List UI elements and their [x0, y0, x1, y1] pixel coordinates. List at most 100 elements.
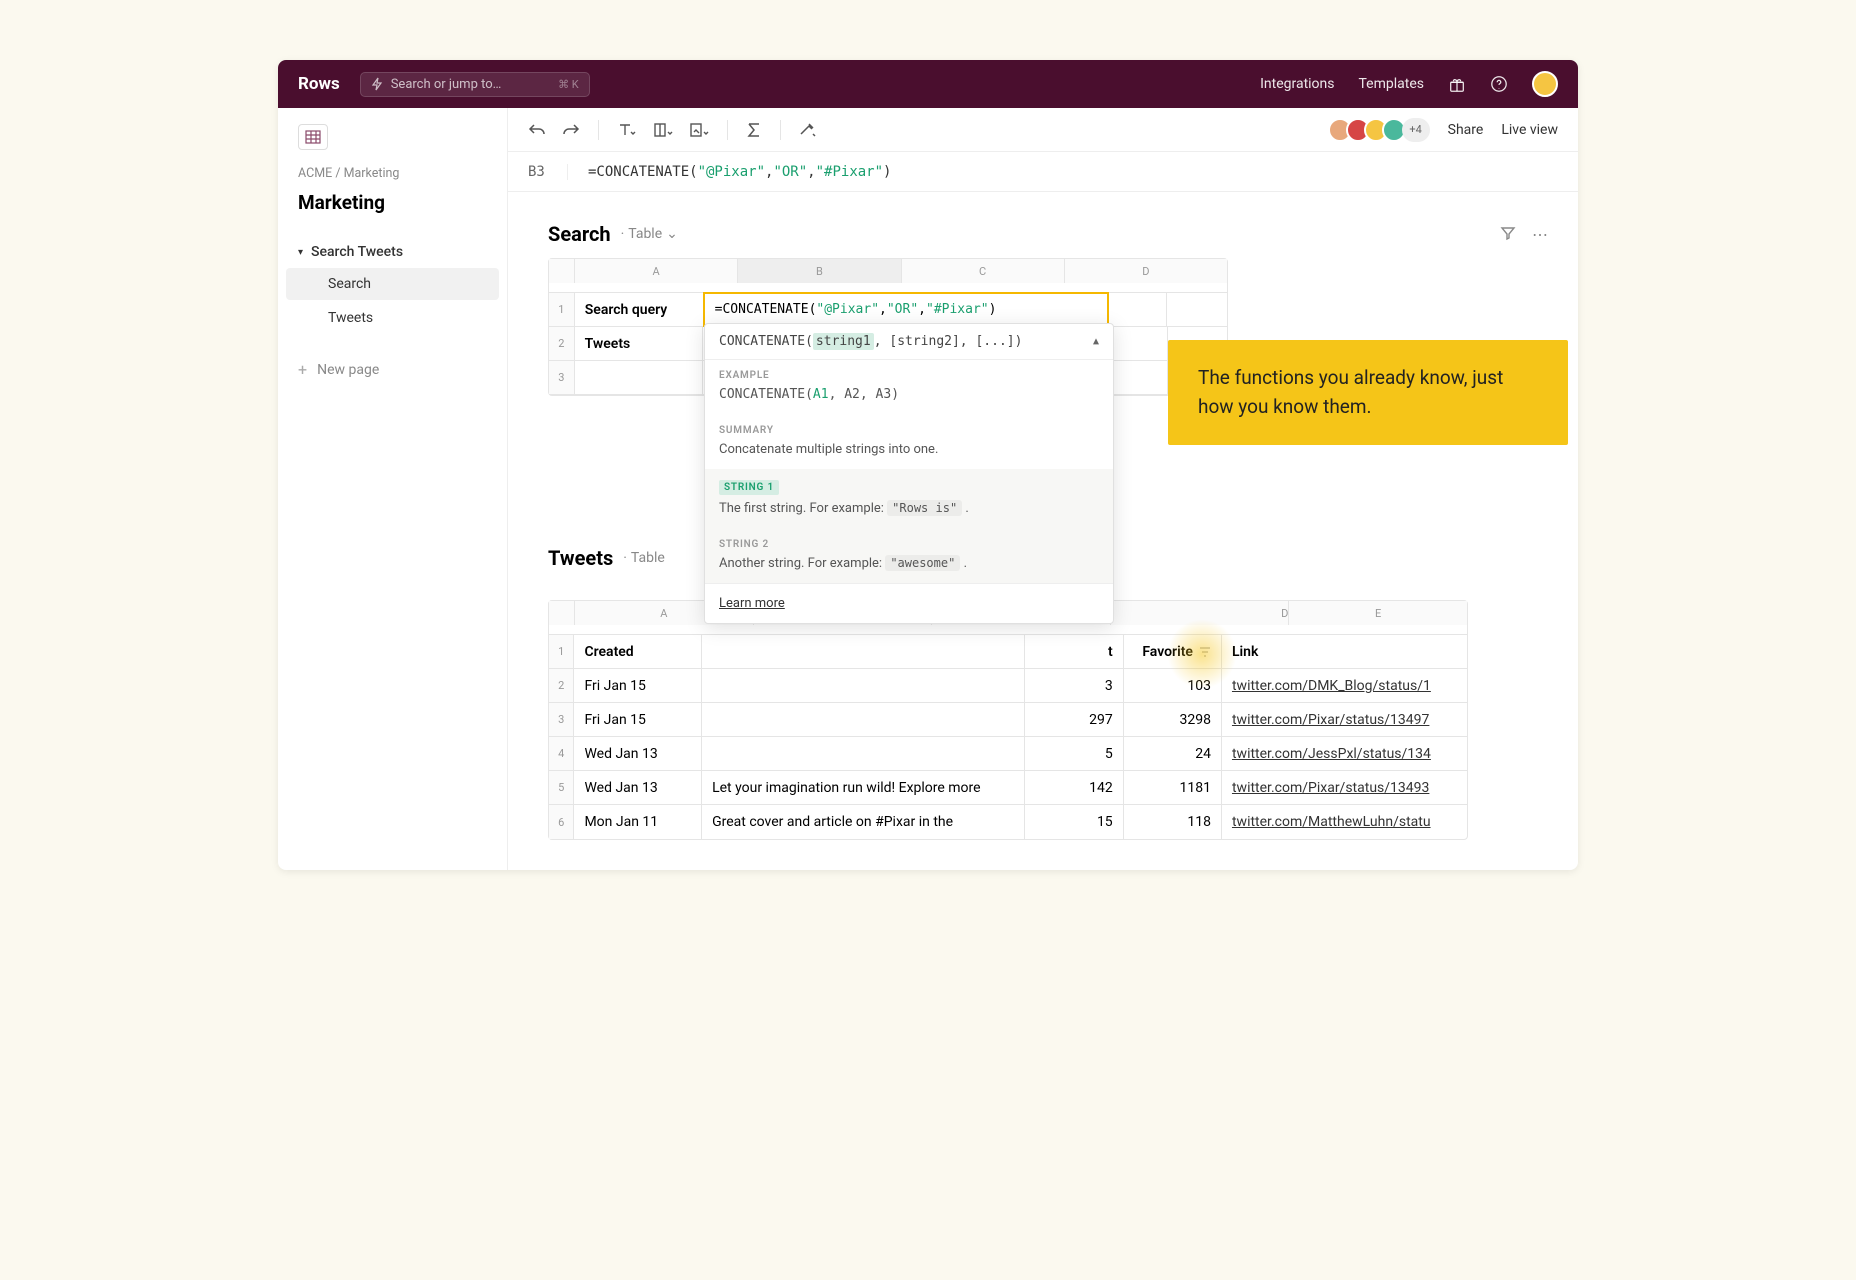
layout-button[interactable]	[653, 122, 673, 138]
user-avatar[interactable]	[1532, 71, 1558, 97]
content-area: Search · Table ⌄ ⋯ A B C D	[508, 192, 1578, 870]
collapse-icon[interactable]: ▲	[1093, 336, 1099, 347]
view-toggle[interactable]	[298, 124, 328, 150]
active-cell[interactable]: =CONCATENATE("@Pixar","OR","#Pixar")	[703, 292, 1109, 327]
tooltip-param-name: STRING 2	[719, 539, 1099, 550]
breadcrumb[interactable]: ACME / Marketing	[278, 166, 507, 181]
section-header-search: Search · Table ⌄ ⋯	[548, 222, 1548, 246]
row-number[interactable]: 6	[549, 805, 574, 839]
cell[interactable]: 3298	[1124, 703, 1222, 736]
table-row: 2 Fri Jan 15 3 103 twitter.com/DMK_Blog/…	[549, 669, 1467, 703]
cell[interactable]: Tweets	[575, 327, 704, 360]
cell[interactable]	[575, 361, 704, 394]
cell[interactable]: 103	[1124, 669, 1222, 702]
formula-text: =CONCATENATE("@Pixar","OR","#Pixar")	[588, 164, 891, 180]
cell[interactable]: 1181	[1124, 771, 1222, 804]
avatar-overflow[interactable]: +4	[1402, 118, 1430, 142]
cell[interactable]	[702, 737, 1025, 770]
col-header[interactable]: D	[1065, 259, 1227, 283]
redo-button[interactable]	[562, 122, 580, 138]
cell-link[interactable]: twitter.com/DMK_Blog/status/1	[1222, 669, 1467, 702]
caret-down-icon: ▾	[298, 247, 303, 258]
section-view-type[interactable]: · Table ⌄	[621, 226, 678, 242]
insert-button[interactable]	[689, 122, 709, 138]
row-number[interactable]: 4	[549, 737, 574, 770]
column-header-favorite[interactable]: Favorite	[1124, 635, 1222, 668]
cell[interactable]	[702, 669, 1025, 702]
column-header-created[interactable]: Created	[574, 635, 702, 668]
cell[interactable]	[1108, 327, 1167, 360]
cell[interactable]	[1108, 361, 1167, 394]
nav-integrations[interactable]: Integrations	[1260, 76, 1334, 92]
section-view-type[interactable]: · Table	[623, 550, 665, 566]
cell-link[interactable]: twitter.com/MatthewLuhn/statu	[1222, 805, 1467, 839]
cell[interactable]: 3	[1025, 669, 1123, 702]
cell[interactable]	[1167, 293, 1227, 326]
col-header[interactable]: E	[1289, 601, 1467, 625]
cell[interactable]	[1108, 293, 1168, 326]
cell-link[interactable]: twitter.com/Pixar/status/13493	[1222, 771, 1467, 804]
cell[interactable]: 5	[1025, 737, 1123, 770]
row-number[interactable]: 3	[549, 361, 575, 394]
cell[interactable]: Wed Jan 13	[574, 737, 702, 770]
row-number[interactable]: 5	[549, 771, 574, 804]
cell[interactable]: 297	[1025, 703, 1123, 736]
tooltip-param-name: STRING 1	[719, 480, 779, 495]
new-page-button[interactable]: + New page	[278, 350, 507, 389]
global-search[interactable]: Search or jump to… ⌘ K	[360, 72, 590, 97]
tooltip-learn-more[interactable]: Learn more	[705, 583, 1113, 623]
tooltip-summary-label: SUMMARY	[719, 425, 1099, 436]
help-icon[interactable]	[1490, 75, 1508, 93]
col-header[interactable]: C	[902, 259, 1065, 283]
active-cell-ref: B3	[528, 164, 568, 180]
search-placeholder: Search or jump to…	[391, 77, 502, 92]
cell[interactable]: 142	[1025, 771, 1123, 804]
cell[interactable]: Mon Jan 11	[574, 805, 702, 839]
plus-icon: +	[298, 360, 307, 379]
share-button[interactable]: Share	[1448, 122, 1484, 138]
filter-icon[interactable]	[1500, 225, 1516, 244]
col-header[interactable]: B	[738, 259, 901, 283]
section-title: Tweets	[548, 546, 613, 570]
cell[interactable]: Let your imagination run wild! Explore m…	[702, 771, 1025, 804]
cell[interactable]: 24	[1124, 737, 1222, 770]
nav-templates[interactable]: Templates	[1359, 76, 1425, 92]
nav-group-search-tweets[interactable]: ▾ Search Tweets	[278, 238, 507, 266]
row-number[interactable]: 1	[549, 293, 575, 326]
cell[interactable]: Great cover and article on #Pixar in the	[702, 805, 1025, 839]
cell[interactable]: Search query	[575, 293, 704, 326]
column-header-retweet[interactable]: t	[1025, 635, 1123, 668]
sidebar: ACME / Marketing Marketing ▾ Search Twee…	[278, 108, 508, 870]
gift-icon[interactable]	[1448, 75, 1466, 93]
formula-bar[interactable]: B3 =CONCATENATE("@Pixar","OR","#Pixar")	[508, 152, 1578, 192]
cell[interactable]: Wed Jan 13	[574, 771, 702, 804]
cell-link[interactable]: twitter.com/JessPxl/status/134	[1222, 737, 1467, 770]
tooltip-param-desc: Another string. For example: "awesome" .	[719, 554, 1099, 574]
topbar-right: Integrations Templates	[1260, 71, 1558, 97]
column-header-link[interactable]: Link	[1222, 635, 1467, 668]
text-format-button[interactable]	[617, 122, 637, 138]
row-number[interactable]: 1	[549, 635, 574, 668]
nav-item-search[interactable]: Search	[286, 268, 499, 300]
col-header[interactable]: A	[575, 259, 738, 283]
cell[interactable]	[702, 703, 1025, 736]
cell[interactable]: 118	[1124, 805, 1222, 839]
column-header-text[interactable]	[702, 635, 1025, 668]
cell[interactable]: Fri Jan 15	[574, 669, 702, 702]
col-header[interactable]: D	[1111, 601, 1290, 625]
row-number[interactable]: 2	[549, 669, 574, 702]
live-view-button[interactable]: Live view	[1501, 122, 1558, 138]
sigma-button[interactable]	[746, 122, 762, 138]
undo-button[interactable]	[528, 122, 546, 138]
cell[interactable]: 15	[1025, 805, 1123, 839]
cell-link[interactable]: twitter.com/Pixar/status/13497	[1222, 703, 1467, 736]
more-icon[interactable]: ⋯	[1532, 225, 1548, 244]
filter-icon[interactable]	[1199, 646, 1211, 658]
row-number[interactable]: 3	[549, 703, 574, 736]
nav-item-tweets[interactable]: Tweets	[286, 302, 499, 334]
automate-button[interactable]	[799, 122, 817, 138]
main: +4 Share Live view B3 =CONCATENATE("@Pix…	[508, 108, 1578, 870]
cell[interactable]: Fri Jan 15	[574, 703, 702, 736]
row-number[interactable]: 2	[549, 327, 575, 360]
collaborator-avatars[interactable]: +4	[1328, 118, 1430, 142]
